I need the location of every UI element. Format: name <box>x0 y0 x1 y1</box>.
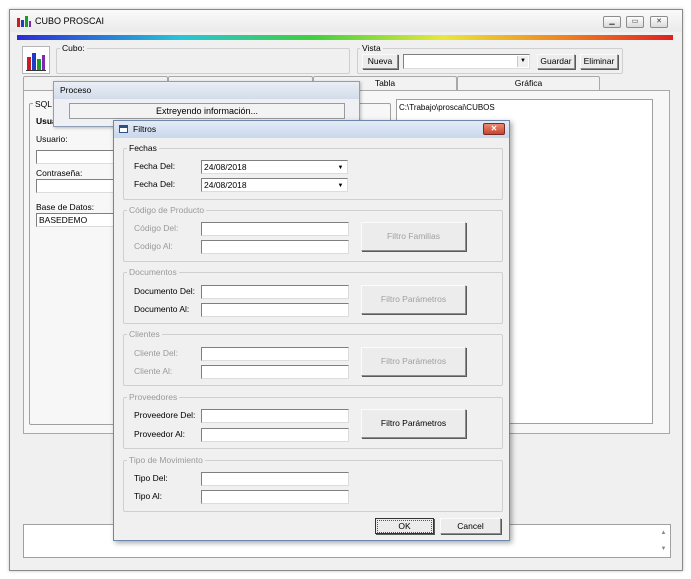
contrasena-input[interactable] <box>36 179 122 193</box>
proveedor-del-input[interactable] <box>201 409 349 423</box>
maximize-icon[interactable]: ▭ <box>626 16 644 28</box>
codigo-del-input[interactable] <box>201 222 349 236</box>
filtros-dialog: Filtros ✕ Fechas Fecha Del: 24/08/2018 ▼… <box>113 120 510 541</box>
cancel-button[interactable]: Cancel <box>440 518 501 534</box>
documento-del-label: Documento Del: <box>134 286 195 296</box>
tipo-al-label: Tipo Al: <box>134 491 163 501</box>
rainbow-strip <box>17 35 673 40</box>
fechas-group <box>123 148 503 200</box>
usuario-input[interactable] <box>36 150 122 164</box>
clientes-title: Clientes <box>127 329 162 339</box>
filter-window-icon <box>119 125 128 133</box>
tab-grafica[interactable]: Gráfica <box>457 76 600 90</box>
proceso-message: Extreyendo información... <box>155 106 259 116</box>
fecha-al-picker[interactable]: 24/08/2018 ▼ <box>201 178 348 192</box>
documento-al-input[interactable] <box>201 303 349 317</box>
window-title: CUBO PROSCAI <box>35 16 105 26</box>
combo-arrow-icon[interactable]: ▼ <box>335 162 346 172</box>
minimize-icon[interactable]: ▁ <box>603 16 621 28</box>
base-list-item[interactable]: BASEDEMO <box>39 215 87 225</box>
tipo-del-label: Tipo Del: <box>134 473 168 483</box>
fecha-del-label: Fecha Del: <box>134 161 176 171</box>
guardar-button[interactable]: Guardar <box>537 54 575 69</box>
scroll-up-icon[interactable]: ▲ <box>658 526 669 540</box>
eliminar-button[interactable]: Eliminar <box>580 54 618 69</box>
chart-bars-icon <box>17 15 31 27</box>
tipo-al-input[interactable] <box>201 490 349 504</box>
cubo-label: Cubo: <box>60 43 87 53</box>
filtros-title-bar[interactable]: Filtros ✕ <box>114 121 509 138</box>
documento-del-input[interactable] <box>201 285 349 299</box>
cliente-del-label: Cliente Del: <box>134 348 178 358</box>
close-icon[interactable]: ✕ <box>483 123 505 135</box>
base-label: Base de Datos: <box>36 202 95 212</box>
fecha-del-picker[interactable]: 24/08/2018 ▼ <box>201 160 348 174</box>
ok-label: OK <box>377 520 432 533</box>
proveedor-al-label: Proveedor Al: <box>134 429 186 439</box>
clientes-filtro-parametros-button[interactable]: Filtro Parámetros <box>361 347 466 376</box>
codigo-al-input[interactable] <box>201 240 349 254</box>
proveedor-al-input[interactable] <box>201 428 349 442</box>
proceso-title: Proceso <box>60 85 92 95</box>
movimiento-title: Tipo de Movimiento <box>127 455 205 465</box>
movimiento-group <box>123 460 503 512</box>
vista-select[interactable]: ▼ <box>403 54 530 69</box>
filtro-familias-button[interactable]: Filtro Familias <box>361 222 466 251</box>
proveedores-filtro-parametros-button[interactable]: Filtro Parámetros <box>361 409 466 438</box>
usuario-label: Usuario: <box>36 134 68 144</box>
fechas-title: Fechas <box>127 143 159 153</box>
codigo-al-label: Codigo Al: <box>134 241 173 251</box>
documentos-filtro-parametros-button[interactable]: Filtro Parámetros <box>361 285 466 314</box>
combo-arrow-icon[interactable]: ▼ <box>517 56 528 67</box>
vista-label: Vista <box>360 43 383 53</box>
fecha-al-value: 24/08/2018 <box>204 180 247 190</box>
cliente-al-label: Cliente Al: <box>134 366 173 376</box>
nueva-button[interactable]: Nueva <box>362 54 398 69</box>
sql-label: SQL <box>33 99 55 109</box>
documento-al-label: Documento Al: <box>134 304 190 314</box>
tipo-del-input[interactable] <box>201 472 349 486</box>
chart-bars-icon <box>26 53 46 71</box>
cliente-al-input[interactable] <box>201 365 349 379</box>
base-list[interactable]: BASEDEMO <box>36 213 122 227</box>
filtros-title: Filtros <box>133 124 157 134</box>
proveedor-del-label: Proveedore Del: <box>134 410 196 420</box>
proceso-message-box: Extreyendo información... <box>69 103 345 119</box>
codigo-del-label: Código Del: <box>134 223 179 233</box>
cliente-del-input[interactable] <box>201 347 349 361</box>
contrasena-label: Contraseña: <box>36 168 83 178</box>
producto-title: Código de Producto <box>127 205 207 215</box>
documentos-title: Documentos <box>127 267 179 277</box>
path-text: C:\Trabajo\proscai\CUBOS <box>399 103 495 112</box>
cubo-group <box>56 48 350 74</box>
scroll-down-icon[interactable]: ▼ <box>658 542 669 556</box>
ok-button[interactable]: OK <box>375 518 434 534</box>
fecha-al-label: Fecha Del: <box>134 179 176 189</box>
proveedores-title: Proveedores <box>127 392 180 402</box>
cubo-icon-box <box>22 46 50 74</box>
close-icon[interactable]: ✕ <box>650 16 668 28</box>
combo-arrow-icon[interactable]: ▼ <box>335 180 346 190</box>
proceso-title-bar[interactable]: Proceso <box>54 82 359 99</box>
fecha-del-value: 24/08/2018 <box>204 162 247 172</box>
title-bar[interactable]: CUBO PROSCAI ▁ ▭ ✕ <box>10 10 682 32</box>
